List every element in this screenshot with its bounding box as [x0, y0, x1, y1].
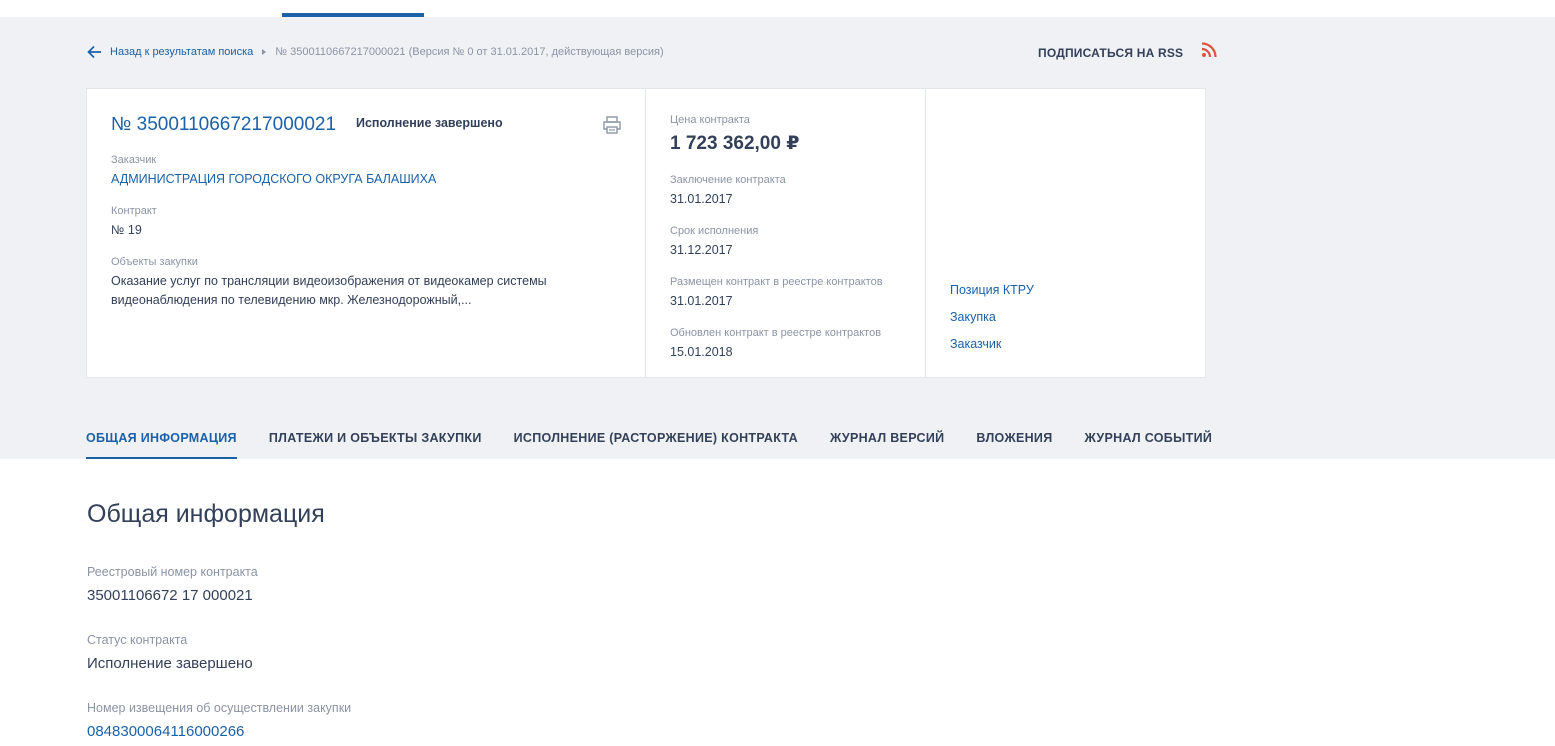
notice-number-label: Номер извещения об осуществлении закупки [87, 701, 352, 715]
term-date: 31.12.2017 [670, 243, 733, 257]
rss-icon[interactable] [1201, 42, 1217, 58]
contract-status-value: Исполнение завершено [87, 655, 253, 672]
back-to-search-link[interactable]: Назад к результатам поиска [110, 46, 253, 58]
tab-general-info[interactable]: ОБЩАЯ ИНФОРМАЦИЯ [86, 427, 237, 459]
contract-price: 1 723 362,00 ₽ [670, 133, 800, 154]
contract-status-heading: Исполнение завершено [356, 116, 503, 130]
top-navigation-bar [0, 0, 1555, 17]
contract-main-column: № 3500110667217000021 Исполнение заверше… [87, 89, 646, 377]
breadcrumb-current: № 3500110667217000021 (Версия № 0 от 31.… [275, 46, 664, 58]
tab-versions-log[interactable]: ЖУРНАЛ ВЕРСИЙ [830, 427, 944, 459]
objects-description: Оказание услуг по трансляции видеоизобра… [111, 274, 547, 307]
customer-label: Заказчик [111, 154, 157, 166]
contract-number-link[interactable]: № 3500110667217000021 [111, 114, 336, 136]
term-label: Срок исполнения [670, 225, 759, 237]
notice-number-link[interactable]: 0848300064116000266 [87, 723, 244, 740]
customer-link[interactable]: АДМИНИСТРАЦИЯ ГОРОДСКОГО ОКРУГА БАЛАШИХА [111, 172, 436, 186]
contract-summary-card: № 3500110667217000021 Исполнение заверше… [86, 88, 1206, 378]
conclusion-label: Заключение контракта [670, 174, 786, 186]
updated-label: Обновлен контракт в реестре контрактов [670, 327, 882, 339]
rss-subscribe-link[interactable]: ПОДПИСАТЬСЯ НА RSS [1038, 46, 1183, 60]
placed-date: 31.01.2017 [670, 294, 733, 308]
registry-number-label: Реестровый номер контракта [87, 565, 258, 579]
registry-number-value: 35001106672 17 000021 [87, 587, 253, 604]
placed-label: Размещен контракт в реестре контрактов [670, 276, 883, 288]
tab-payments-objects[interactable]: ПЛАТЕЖИ И ОБЪЕКТЫ ЗАКУПКИ [269, 427, 482, 459]
related-links-column: Позиция КТРУ Закупка Заказчик [926, 89, 1205, 377]
updated-date: 15.01.2018 [670, 345, 733, 359]
rss-subscribe[interactable]: ПОДПИСАТЬСЯ НА RSS [1038, 42, 1217, 64]
contract-status-label: Статус контракта [87, 633, 188, 647]
ktru-position-link[interactable]: Позиция КТРУ [950, 283, 1034, 297]
contract-label: Контракт [111, 205, 157, 217]
tab-events-log[interactable]: ЖУРНАЛ СОБЫТИЙ [1085, 427, 1213, 459]
breadcrumb: Назад к результатам поиска № 35001106672… [87, 44, 664, 60]
arrow-left-icon[interactable] [87, 45, 102, 59]
objects-label: Объекты закупки [111, 256, 198, 268]
contract-dates-column: Цена контракта 1 723 362,00 ₽ Заключение… [646, 89, 926, 377]
tab-execution-termination[interactable]: ИСПОЛНЕНИЕ (РАСТОРЖЕНИЕ) КОНТРАКТА [514, 427, 798, 459]
tab-attachments[interactable]: ВЛОЖЕНИЯ [976, 427, 1052, 459]
conclusion-date: 31.01.2017 [670, 192, 733, 206]
page-title: Общая информация [87, 500, 325, 528]
customer-side-link[interactable]: Заказчик [950, 337, 1001, 351]
contract-value: № 19 [111, 223, 142, 237]
price-label: Цена контракта [670, 114, 750, 126]
triangle-right-icon [262, 49, 267, 55]
printer-icon[interactable] [602, 115, 622, 135]
section-tabs: ОБЩАЯ ИНФОРМАЦИЯ ПЛАТЕЖИ И ОБЪЕКТЫ ЗАКУП… [86, 427, 1244, 459]
purchase-link[interactable]: Закупка [950, 310, 996, 324]
